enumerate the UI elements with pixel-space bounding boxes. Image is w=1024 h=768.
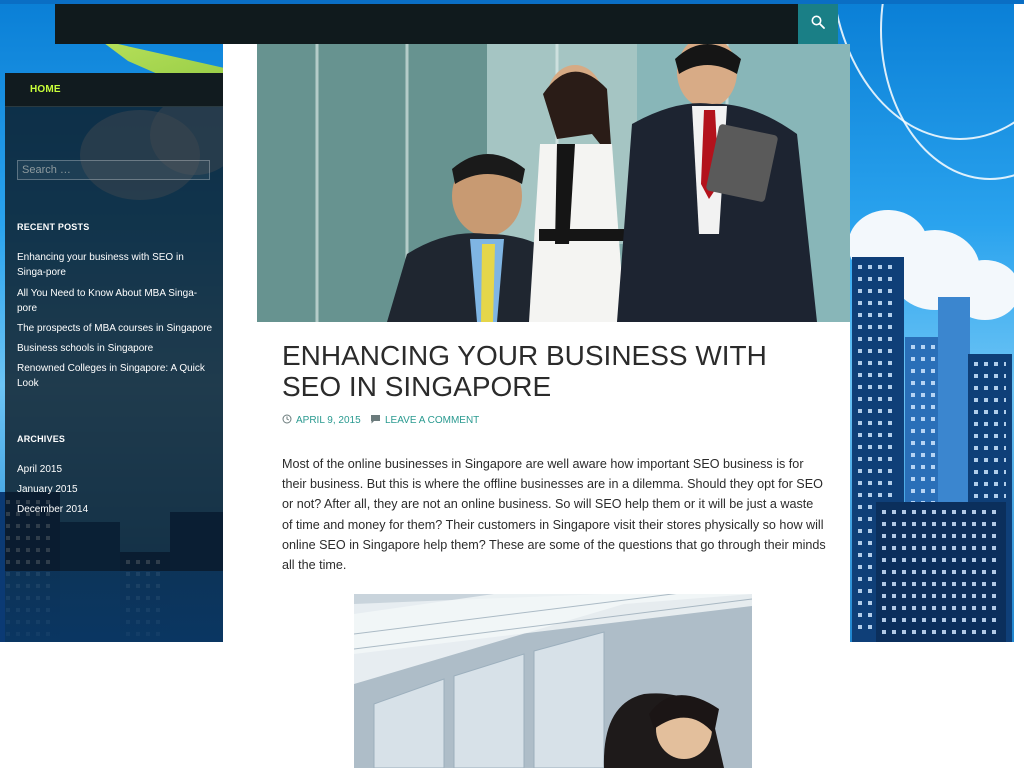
recent-post-link[interactable]: Renowned Colleges in Singapore: A Quick … [17, 361, 213, 391]
sidebar-search-input[interactable] [17, 160, 210, 180]
clock-icon [282, 414, 292, 427]
post-date[interactable]: APRIL 9, 2015 [282, 413, 361, 427]
archives-heading: ARCHIVES [17, 434, 66, 444]
featured-image[interactable] [257, 44, 850, 322]
post-body: Most of the online businesses in Singapo… [282, 457, 826, 573]
archive-link[interactable]: January 2015 [17, 482, 213, 497]
nav-item-home[interactable]: HOME [30, 84, 61, 95]
header-bar [55, 4, 838, 44]
recent-post-link[interactable]: The prospects of MBA courses in Singapor… [17, 321, 213, 336]
archive-link[interactable]: December 2014 [17, 502, 213, 517]
recent-post-link[interactable]: Enhancing your business with SEO in Sing… [17, 250, 213, 280]
recent-post-link[interactable]: All You Need to Know About MBA Singa-por… [17, 286, 213, 316]
archive-link[interactable]: April 2015 [17, 462, 213, 477]
search-icon [811, 15, 825, 34]
speech-bubble-icon [370, 414, 381, 427]
recent-post-link[interactable]: Business schools in Singapore [17, 341, 213, 356]
sidebar-footer-band [5, 571, 223, 642]
leave-comment-label: LEAVE A COMMENT [385, 414, 480, 426]
post-title[interactable]: ENHANCING YOUR BUSINESS WITH SEO IN SING… [282, 340, 822, 402]
post-inline-image[interactable] [354, 594, 752, 768]
leave-comment-link[interactable]: LEAVE A COMMENT [370, 413, 479, 427]
background-arc [880, 0, 1014, 180]
search-toggle-button[interactable] [798, 4, 838, 44]
background-building [876, 502, 1006, 642]
left-sidebar [5, 73, 223, 642]
recent-posts-heading: RECENT POSTS [17, 222, 90, 232]
post-date-label: APRIL 9, 2015 [296, 414, 361, 426]
